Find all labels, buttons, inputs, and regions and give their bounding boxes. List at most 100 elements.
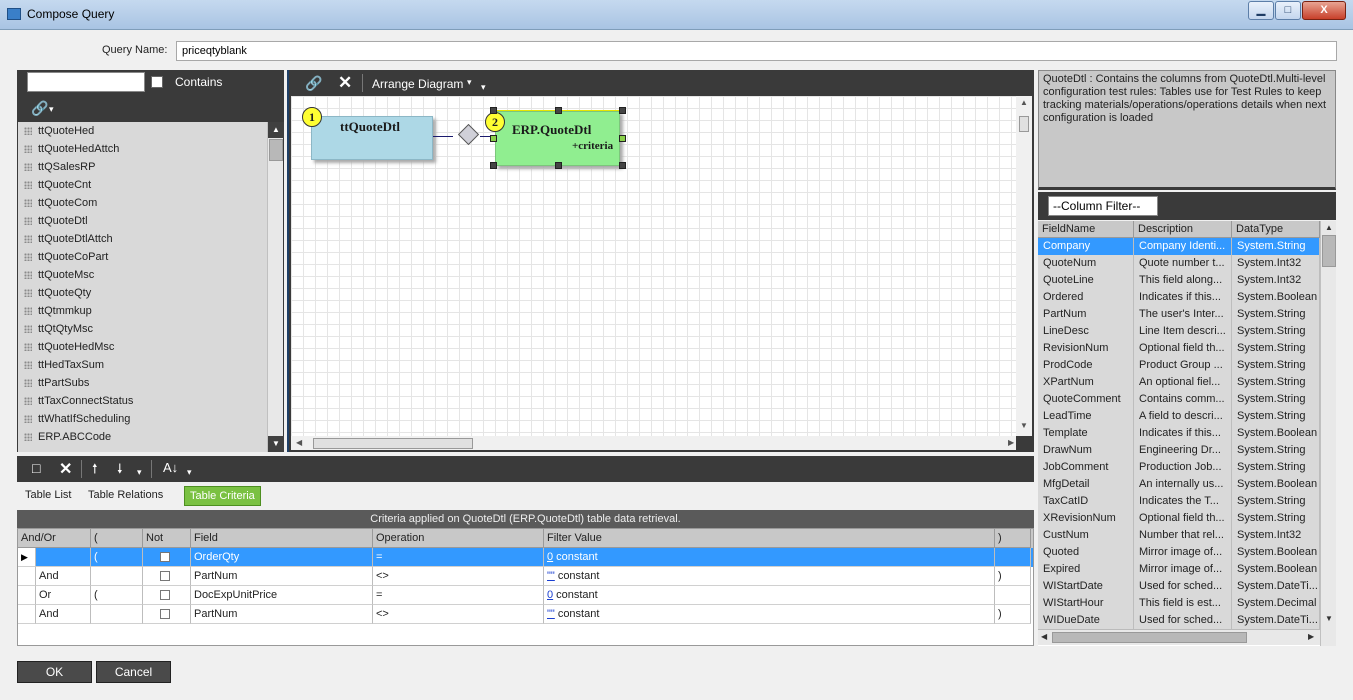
node-erp-quotedtl[interactable]: ERP.QuoteDtl +criteria <box>495 111 620 166</box>
cell-andor[interactable]: And <box>36 605 91 624</box>
column-row[interactable]: QuoteNum Quote number t... System.Int32 <box>1038 255 1320 272</box>
header-operation[interactable]: Operation <box>373 529 544 548</box>
cancel-button[interactable]: Cancel <box>96 661 171 683</box>
diagram-vscrollbar[interactable]: ▲ ▼ <box>1016 96 1032 436</box>
column-row[interactable]: QuoteLine This field along... System.Int32 <box>1038 272 1320 289</box>
delete-icon[interactable]: ✕ <box>338 73 352 93</box>
link-icon[interactable]: 🔗 <box>31 100 48 117</box>
move-up-icon[interactable]: 🠕 <box>92 460 98 482</box>
cell-operation[interactable]: <> <box>373 567 544 586</box>
scroll-down-icon[interactable]: ▼ <box>1020 421 1028 430</box>
table-list-item[interactable]: ttQuoteHed <box>18 122 267 140</box>
column-row[interactable]: QuoteComment Contains comm... System.Strin… <box>1038 391 1320 408</box>
table-list-item[interactable]: ttQuoteQty <box>18 284 267 302</box>
cell-andor[interactable] <box>36 548 91 567</box>
arrange-dropdown-icon[interactable]: ▾ <box>467 77 472 88</box>
column-row[interactable]: PartNum The user's Inter... System.String <box>1038 306 1320 323</box>
minimize-button[interactable]: ▁ <box>1248 1 1274 20</box>
cell-field[interactable]: OrderQty <box>191 548 373 567</box>
column-row[interactable]: TaxCatID Indicates the T... System.String <box>1038 493 1320 510</box>
column-row[interactable]: Ordered Indicates if this... System.Boolea… <box>1038 289 1320 306</box>
column-row[interactable]: JobComment Production Job... System.String <box>1038 459 1320 476</box>
query-name-input[interactable] <box>176 41 1337 61</box>
scroll-thumb[interactable] <box>269 139 283 161</box>
ok-button[interactable]: OK <box>17 661 92 683</box>
table-list-item[interactable]: ttHedTaxSum <box>18 356 267 374</box>
contains-checkbox[interactable] <box>151 76 163 88</box>
resize-handle[interactable] <box>490 162 497 169</box>
move-down-icon[interactable]: 🠗 <box>117 460 123 482</box>
relation-diamond-icon[interactable] <box>457 123 480 146</box>
table-list-item[interactable]: ttQtQtyMsc <box>18 320 267 338</box>
filter-value-link[interactable]: 0 <box>547 551 553 563</box>
scroll-thumb[interactable] <box>1052 632 1247 643</box>
filter-value-link[interactable]: 0 <box>547 589 553 601</box>
cell-open-paren[interactable]: ( <box>91 586 143 605</box>
column-row[interactable]: WIDueDate Used for sched... System.DateTi.… <box>1038 612 1320 629</box>
cell-filter-value[interactable]: 0 constant <box>544 548 995 567</box>
not-checkbox[interactable] <box>160 590 170 600</box>
table-list-item[interactable]: ttQuoteDtl <box>18 212 267 230</box>
close-window-button[interactable]: X <box>1302 1 1346 20</box>
tab-table-list[interactable]: Table List <box>20 486 76 506</box>
table-list-item[interactable]: ttQuoteCoPart <box>18 248 267 266</box>
cell-filter-value[interactable]: 0 constant <box>544 586 995 605</box>
column-row[interactable]: CustNum Number that rel... System.Int32 <box>1038 527 1320 544</box>
criteria-row[interactable]: And PartNum <> "" constant) <box>18 567 1033 586</box>
resize-handle[interactable] <box>555 107 562 114</box>
resize-handle[interactable] <box>555 162 562 169</box>
cell-not[interactable] <box>143 548 191 567</box>
column-row[interactable]: RevisionNum Optional field th... System.St… <box>1038 340 1320 357</box>
table-list-item[interactable]: ttTaxConnectStatus <box>18 392 267 410</box>
table-list-scrollbar[interactable]: ▲ ▼ <box>267 122 284 452</box>
resize-handle[interactable] <box>619 107 626 114</box>
cell-field[interactable]: PartNum <box>191 567 373 586</box>
not-checkbox[interactable] <box>160 609 170 619</box>
criteria-row[interactable]: ▶ (OrderQty = 0 constant <box>18 548 1033 567</box>
filter-value-link[interactable]: "" <box>547 608 555 620</box>
column-row[interactable]: Expired Mirror image of... System.Boolean <box>1038 561 1320 578</box>
scroll-up-icon[interactable]: ▲ <box>1325 223 1333 232</box>
row-selector[interactable] <box>18 586 36 605</box>
column-row[interactable]: MfgDetail An internally us... System.Boole… <box>1038 476 1320 493</box>
table-list-item[interactable]: ttQSalesRP <box>18 158 267 176</box>
diagram-hscrollbar[interactable]: ◀ ▶ <box>291 436 1016 450</box>
scroll-up-icon[interactable]: ▲ <box>268 122 284 138</box>
table-list-item[interactable]: ttQuoteMsc <box>18 266 267 284</box>
cell-open-paren[interactable]: ( <box>91 548 143 567</box>
header-close-paren[interactable]: ) <box>995 529 1031 548</box>
header-filter-value[interactable]: Filter Value <box>544 529 995 548</box>
sort-icon[interactable]: A↓ <box>163 460 178 475</box>
cell-andor[interactable]: Or <box>36 586 91 605</box>
cell-andor[interactable]: And <box>36 567 91 586</box>
chevron-down-icon[interactable]: ▾ <box>137 467 142 478</box>
cell-operation[interactable]: = <box>373 586 544 605</box>
cell-close-paren[interactable]: ) <box>995 605 1031 624</box>
link-dropdown-icon[interactable]: ▾ <box>49 104 54 115</box>
cell-filter-value[interactable]: "" constant <box>544 605 995 624</box>
header-fieldname[interactable]: FieldName <box>1038 221 1134 237</box>
diagram-canvas[interactable]: ttQuoteDtl 1 ERP.QuoteDtl +criteria 2 <box>291 96 1016 436</box>
cell-close-paren[interactable] <box>995 586 1031 605</box>
tab-table-relations[interactable]: Table Relations <box>83 486 168 506</box>
tab-table-criteria[interactable]: Table Criteria <box>184 486 261 506</box>
not-checkbox[interactable] <box>160 552 170 562</box>
new-row-icon[interactable]: □ <box>32 460 40 476</box>
scroll-left-icon[interactable]: ◀ <box>296 438 302 447</box>
column-row[interactable]: XPartNum An optional fiel... System.String <box>1038 374 1320 391</box>
scroll-up-icon[interactable]: ▲ <box>1020 98 1028 107</box>
column-row[interactable]: XRevisionNum Optional field th... System.S… <box>1038 510 1320 527</box>
cell-open-paren[interactable] <box>91 567 143 586</box>
table-list-item[interactable]: ttQuoteHedAttch <box>18 140 267 158</box>
columns-vscrollbar[interactable]: ▲ ▼ <box>1320 221 1336 646</box>
column-row[interactable]: DrawNum Engineering Dr... System.String <box>1038 442 1320 459</box>
table-list-item[interactable]: ttQtmmkup <box>18 302 267 320</box>
scroll-down-icon[interactable]: ▼ <box>268 436 284 452</box>
arrange-diagram-button[interactable]: Arrange Diagram <box>372 77 463 91</box>
not-checkbox[interactable] <box>160 571 170 581</box>
cell-field[interactable]: DocExpUnitPrice <box>191 586 373 605</box>
cell-open-paren[interactable] <box>91 605 143 624</box>
columns-hscrollbar[interactable]: ◀ ▶ <box>1038 629 1320 645</box>
table-list-item[interactable]: ttPartSubs <box>18 374 267 392</box>
header-andor[interactable]: And/Or <box>18 529 91 548</box>
